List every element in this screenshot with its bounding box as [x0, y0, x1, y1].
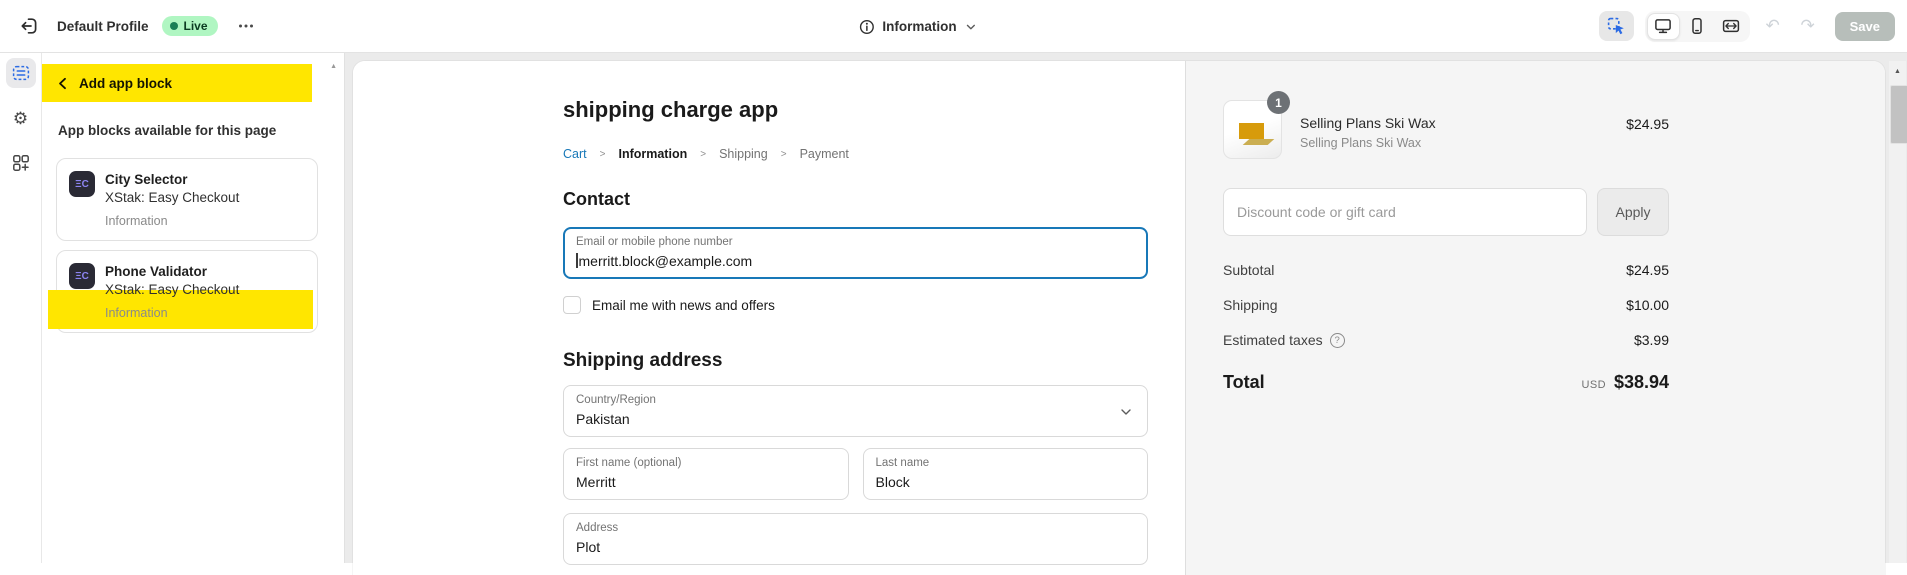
mobile-icon: [1687, 16, 1707, 36]
cart-line-item: 1 Selling Plans Ski Wax Selling Plans Sk…: [1223, 100, 1669, 159]
chevron-down-icon: [1119, 406, 1133, 418]
checkout-preview-card: shipping charge app Cart > Information >…: [353, 61, 1885, 575]
scrollbar-up-arrow[interactable]: ▲: [1889, 68, 1906, 75]
inspector-cursor-icon: [1606, 16, 1626, 36]
shipping-address-heading: Shipping address: [563, 348, 1148, 373]
last-name-field[interactable]: Last name Block: [863, 448, 1149, 500]
scrollbar-thumb[interactable]: [1890, 85, 1907, 144]
redo-button[interactable]: ↷: [1796, 16, 1820, 36]
newsletter-optin[interactable]: Email me with news and offers: [563, 296, 1148, 314]
xstak-logo-icon: ΞC: [69, 171, 95, 197]
subtotal-row: Subtotal $24.95: [1223, 262, 1669, 278]
checkout-preview-area: shipping charge app Cart > Information >…: [345, 53, 1907, 563]
gear-icon: ⚙: [13, 110, 28, 127]
country-select[interactable]: Country/Region Pakistan: [563, 385, 1148, 437]
sidebar-header-title: Add app block: [79, 76, 172, 91]
exit-editor-button[interactable]: [14, 11, 44, 41]
product-name: Selling Plans Ski Wax: [1300, 114, 1436, 132]
breadcrumb-shipping: Shipping: [719, 147, 768, 161]
breadcrumb-chevron-icon: >: [781, 149, 787, 160]
apps-icon: [11, 153, 31, 173]
desktop-icon: [1653, 16, 1673, 36]
desktop-view-button[interactable]: [1647, 13, 1680, 40]
page-selector-label: Information: [882, 19, 956, 34]
breadcrumb: Cart > Information > Shipping > Payment: [563, 147, 1148, 161]
mobile-view-button[interactable]: [1681, 13, 1714, 40]
sidebar-scroll-up-arrow[interactable]: ▲: [330, 63, 337, 70]
device-preview-switcher: [1645, 11, 1750, 42]
fullwidth-view-button[interactable]: [1715, 13, 1748, 40]
order-summary-pane: 1 Selling Plans Ski Wax Selling Plans Sk…: [1185, 61, 1885, 575]
app-block-placement: Information: [105, 214, 305, 228]
app-block-app-name: XStak: Easy Checkout: [105, 282, 239, 297]
breadcrumb-payment: Payment: [800, 147, 849, 161]
app-block-title: City Selector: [105, 172, 188, 187]
preview-scrollbar[interactable]: ▲: [1889, 61, 1906, 563]
total-amount: $38.94: [1614, 372, 1669, 393]
app-block-title: Phone Validator: [105, 264, 207, 279]
newsletter-checkbox[interactable]: [563, 296, 581, 314]
breadcrumb-chevron-icon: >: [600, 149, 606, 160]
breadcrumb-chevron-icon: >: [700, 149, 706, 160]
total-row: Total USD $38.94: [1223, 372, 1669, 393]
inspector-toggle-button[interactable]: [1599, 11, 1634, 41]
text-caret: [576, 253, 578, 268]
first-name-field[interactable]: First name (optional) Merritt: [563, 448, 849, 500]
breadcrumb-information: Information: [618, 147, 687, 161]
store-title: shipping charge app: [563, 97, 1148, 123]
rail-sections-tab[interactable]: [6, 58, 36, 88]
email-field[interactable]: Email or mobile phone number merritt.blo…: [563, 227, 1148, 279]
add-app-block-back[interactable]: Add app block: [42, 64, 172, 102]
ellipsis-icon: [237, 17, 255, 35]
address-field[interactable]: Address Plot: [563, 513, 1148, 565]
live-status-badge: Live: [162, 16, 218, 36]
exit-icon: [19, 16, 39, 36]
product-variant: Selling Plans Ski Wax: [1300, 136, 1436, 150]
fullwidth-icon: [1721, 16, 1741, 36]
apply-discount-button[interactable]: Apply: [1597, 188, 1669, 236]
ski-wax-image: [1239, 123, 1264, 139]
profile-name: Default Profile: [57, 19, 149, 34]
breadcrumb-cart[interactable]: Cart: [563, 147, 587, 161]
estimated-taxes-row: Estimated taxes ? $3.99: [1223, 332, 1669, 348]
app-block-phone-validator[interactable]: ΞC Phone Validator XStak: Easy Checkout …: [56, 250, 318, 333]
app-block-app-name: XStak: Easy Checkout: [105, 190, 239, 205]
contact-heading: Contact: [563, 187, 1148, 211]
xstak-logo-icon: ΞC: [69, 263, 95, 289]
sections-icon: [11, 63, 31, 83]
app-block-city-selector[interactable]: ΞC City Selector XStak: Easy Checkout In…: [56, 158, 318, 241]
page-selector-dropdown[interactable]: Information: [858, 0, 976, 53]
quantity-badge: 1: [1267, 91, 1290, 114]
topbar: Default Profile Live Information: [0, 0, 1907, 53]
app-blocks-section-title: App blocks available for this page: [58, 123, 276, 138]
shipping-row: Shipping $10.00: [1223, 297, 1669, 313]
discount-code-input[interactable]: [1223, 188, 1587, 236]
chevron-down-icon: [965, 21, 977, 33]
taxes-help-icon[interactable]: ?: [1330, 333, 1345, 348]
rail-settings-tab[interactable]: ⚙: [6, 103, 36, 133]
rail-apps-tab[interactable]: [6, 148, 36, 178]
undo-button[interactable]: ↶: [1761, 16, 1785, 36]
product-price: $24.95: [1626, 100, 1669, 159]
info-circle-icon: [858, 19, 874, 35]
chevron-left-icon: [57, 77, 68, 90]
more-options-button[interactable]: [231, 11, 261, 41]
app-blocks-sidebar: Add app block App blocks available for t…: [42, 53, 345, 563]
save-button[interactable]: Save: [1835, 12, 1895, 41]
editor-left-rail: ⚙: [0, 53, 42, 563]
currency-code: USD: [1582, 379, 1606, 391]
checkout-form-pane: shipping charge app Cart > Information >…: [353, 61, 1185, 575]
live-dot-icon: [170, 22, 178, 30]
app-block-placement: Information: [105, 306, 305, 320]
